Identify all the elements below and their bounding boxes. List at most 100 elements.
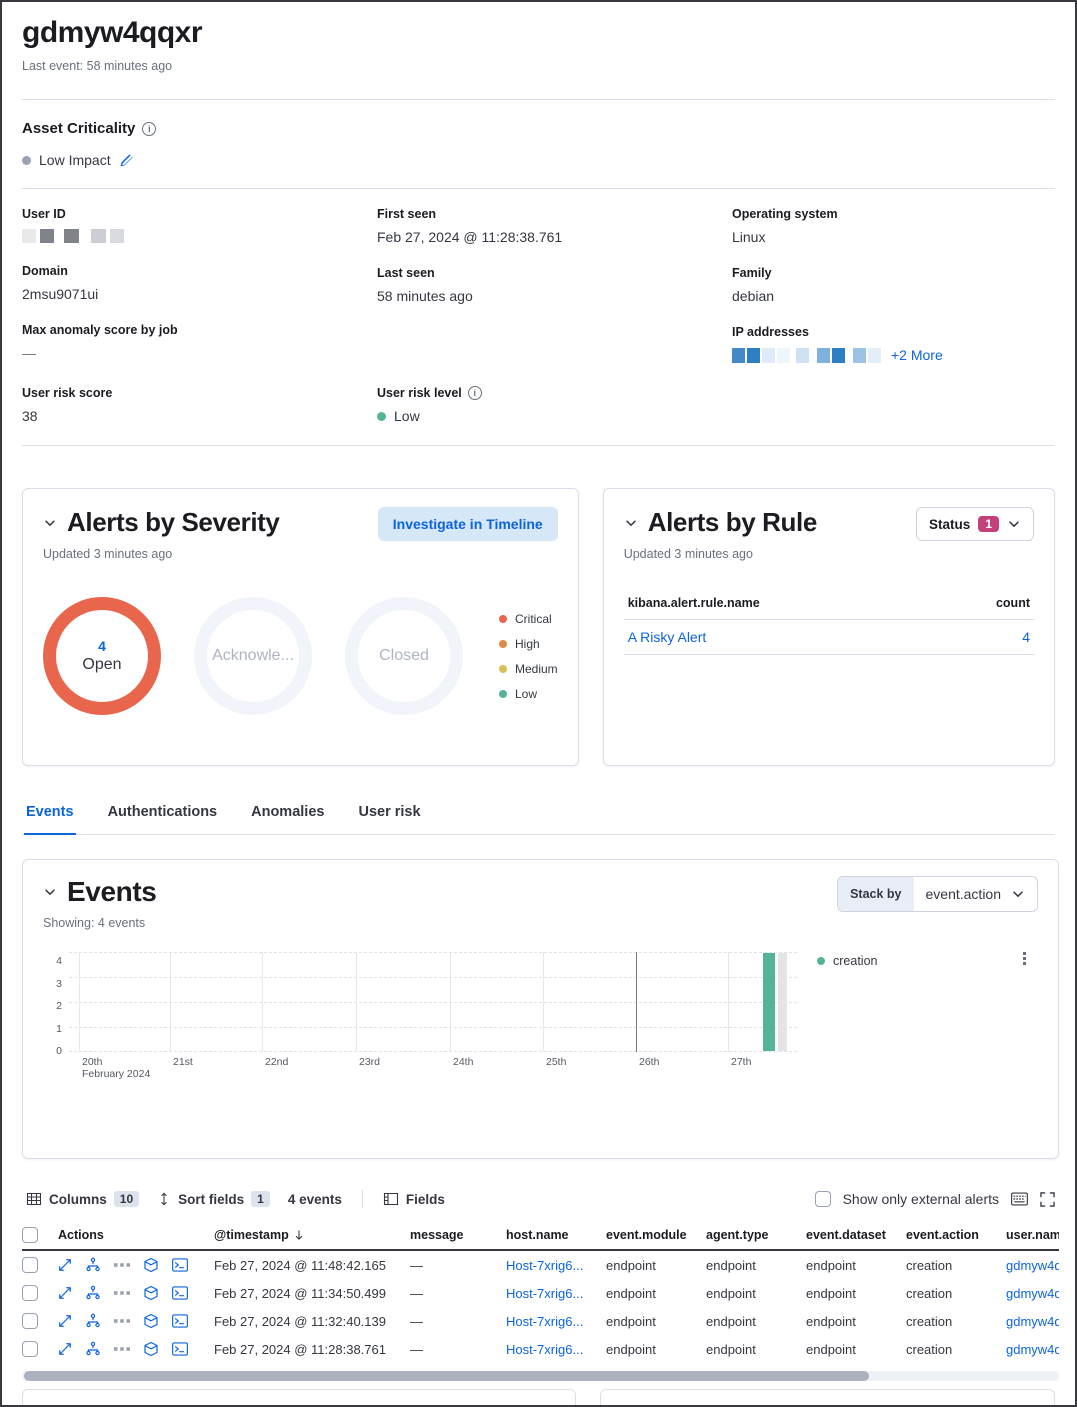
horizontal-scrollbar-thumb[interactable] bbox=[24, 1371, 869, 1381]
sort-fields-button[interactable]: Sort fields 1 bbox=[153, 1189, 274, 1209]
chart-options-kebab-icon[interactable] bbox=[1023, 952, 1026, 965]
header-message[interactable]: message bbox=[410, 1228, 506, 1242]
cell-host-link[interactable]: Host-7xrig6... bbox=[506, 1314, 583, 1329]
terminal-icon[interactable] bbox=[172, 1286, 188, 1300]
horizontal-scrollbar-track[interactable] bbox=[22, 1371, 1059, 1381]
x-tick: 24th bbox=[453, 1056, 473, 1068]
acknowledged-alerts-donut[interactable]: Acknowle... bbox=[194, 597, 312, 715]
analyze-event-icon[interactable] bbox=[85, 1313, 101, 1329]
session-view-cube-icon[interactable] bbox=[143, 1257, 159, 1273]
cell-event-module[interactable]: endpoint bbox=[606, 1342, 706, 1357]
session-view-cube-icon[interactable] bbox=[143, 1285, 159, 1301]
header-event-module[interactable]: event.module bbox=[606, 1228, 706, 1242]
stack-by-select[interactable]: Stack by event.action bbox=[837, 876, 1038, 912]
info-icon[interactable]: i bbox=[468, 386, 482, 400]
expand-event-icon[interactable] bbox=[58, 1258, 72, 1272]
anomaly-value: — bbox=[22, 345, 377, 361]
cell-agent-type[interactable]: endpoint bbox=[706, 1342, 806, 1357]
row-checkbox[interactable] bbox=[22, 1313, 38, 1329]
closed-alerts-donut[interactable]: Closed bbox=[345, 597, 463, 715]
cell-agent-type[interactable]: endpoint bbox=[706, 1286, 806, 1301]
expand-event-icon[interactable] bbox=[58, 1314, 72, 1328]
cell-timestamp[interactable]: Feb 27, 2024 @ 11:34:50.499 bbox=[214, 1286, 410, 1301]
terminal-icon[interactable] bbox=[172, 1342, 188, 1356]
open-alerts-count[interactable]: 4 bbox=[98, 638, 106, 654]
cell-host-link[interactable]: Host-7xrig6... bbox=[506, 1342, 583, 1357]
terminal-icon[interactable] bbox=[172, 1314, 188, 1328]
cell-user-link[interactable]: gdmyw4qqxr bbox=[1006, 1286, 1059, 1301]
tab-authentications[interactable]: Authentications bbox=[106, 798, 220, 834]
row-checkbox[interactable] bbox=[22, 1257, 38, 1273]
keyboard-shortcuts-icon[interactable] bbox=[1011, 1192, 1028, 1206]
rule-count-value[interactable]: 4 bbox=[1022, 629, 1030, 645]
analyze-event-icon[interactable] bbox=[85, 1257, 101, 1273]
placeholder-bar bbox=[778, 953, 787, 1051]
row-checkbox[interactable] bbox=[22, 1285, 38, 1301]
select-all-checkbox[interactable] bbox=[22, 1227, 38, 1243]
cell-event-action[interactable]: creation bbox=[906, 1314, 1006, 1329]
more-actions-icon[interactable] bbox=[114, 1290, 130, 1296]
cell-event-dataset[interactable]: endpoint bbox=[806, 1286, 906, 1301]
header-host-name[interactable]: host.name bbox=[506, 1228, 606, 1242]
chevron-down-icon[interactable] bbox=[43, 885, 57, 899]
chevron-down-icon[interactable] bbox=[43, 516, 57, 530]
cell-agent-type[interactable]: endpoint bbox=[706, 1258, 806, 1273]
creation-bar[interactable] bbox=[763, 953, 775, 1051]
rule-name-link[interactable]: A Risky Alert bbox=[628, 629, 707, 645]
more-actions-icon[interactable] bbox=[114, 1318, 130, 1324]
header-user-name[interactable]: user.name bbox=[1006, 1228, 1059, 1242]
cell-event-module[interactable]: endpoint bbox=[606, 1314, 706, 1329]
analyze-event-icon[interactable] bbox=[85, 1285, 101, 1301]
tab-user-risk[interactable]: User risk bbox=[356, 798, 422, 834]
tab-events[interactable]: Events bbox=[24, 798, 76, 835]
columns-button[interactable]: Columns 10 bbox=[22, 1189, 143, 1209]
more-actions-icon[interactable] bbox=[114, 1262, 130, 1268]
grid-icon bbox=[26, 1191, 42, 1207]
more-actions-icon[interactable] bbox=[114, 1346, 130, 1352]
open-alerts-donut[interactable]: 4 Open bbox=[43, 597, 161, 715]
edit-pencil-icon[interactable] bbox=[119, 153, 134, 168]
cell-user-link[interactable]: gdmyw4qqxr bbox=[1006, 1342, 1059, 1357]
status-filter-button[interactable]: Status 1 bbox=[916, 507, 1034, 541]
cell-timestamp[interactable]: Feb 27, 2024 @ 11:32:40.139 bbox=[214, 1314, 410, 1329]
cell-event-dataset[interactable]: endpoint bbox=[806, 1342, 906, 1357]
cell-event-action[interactable]: creation bbox=[906, 1342, 1006, 1357]
external-alerts-label: Show only external alerts bbox=[843, 1191, 999, 1207]
investigate-in-timeline-button[interactable]: Investigate in Timeline bbox=[378, 507, 558, 541]
tab-anomalies[interactable]: Anomalies bbox=[249, 798, 326, 834]
header-event-dataset[interactable]: event.dataset bbox=[806, 1228, 906, 1242]
expand-event-icon[interactable] bbox=[58, 1342, 72, 1356]
last-seen-value: 58 minutes ago bbox=[377, 288, 732, 304]
chevron-down-icon[interactable] bbox=[624, 516, 638, 530]
cell-event-dataset[interactable]: endpoint bbox=[806, 1314, 906, 1329]
external-alerts-checkbox[interactable] bbox=[815, 1191, 831, 1207]
cell-host-link[interactable]: Host-7xrig6... bbox=[506, 1258, 583, 1273]
header-event-action[interactable]: event.action bbox=[906, 1228, 1006, 1242]
analyze-event-icon[interactable] bbox=[85, 1341, 101, 1357]
info-icon[interactable]: i bbox=[142, 122, 156, 136]
cell-timestamp[interactable]: Feb 27, 2024 @ 11:48:42.165 bbox=[214, 1258, 410, 1273]
ip-more-link[interactable]: +2 More bbox=[891, 347, 943, 363]
cell-timestamp[interactable]: Feb 27, 2024 @ 11:28:38.761 bbox=[214, 1342, 410, 1357]
events-panel: Events Showing: 4 events Stack by event.… bbox=[22, 859, 1059, 1159]
cell-event-action[interactable]: creation bbox=[906, 1258, 1006, 1273]
session-view-cube-icon[interactable] bbox=[143, 1341, 159, 1357]
cell-event-module[interactable]: endpoint bbox=[606, 1286, 706, 1301]
cell-user-link[interactable]: gdmyw4qqxr bbox=[1006, 1314, 1059, 1329]
risk-level-dot-icon bbox=[377, 412, 386, 421]
cell-agent-type[interactable]: endpoint bbox=[706, 1314, 806, 1329]
terminal-icon[interactable] bbox=[172, 1258, 188, 1272]
expand-event-icon[interactable] bbox=[58, 1286, 72, 1300]
user-overview: User ID Domain 2msu9071ui Max anomaly sc… bbox=[22, 207, 1055, 384]
fields-button[interactable]: Fields bbox=[379, 1189, 449, 1209]
header-agent-type[interactable]: agent.type bbox=[706, 1228, 806, 1242]
header-timestamp[interactable]: @timestamp bbox=[214, 1228, 289, 1242]
cell-user-link[interactable]: gdmyw4qqxr bbox=[1006, 1258, 1059, 1273]
fullscreen-icon[interactable] bbox=[1040, 1192, 1055, 1207]
cell-host-link[interactable]: Host-7xrig6... bbox=[506, 1286, 583, 1301]
session-view-cube-icon[interactable] bbox=[143, 1313, 159, 1329]
row-checkbox[interactable] bbox=[22, 1341, 38, 1357]
cell-event-module[interactable]: endpoint bbox=[606, 1258, 706, 1273]
cell-event-action[interactable]: creation bbox=[906, 1286, 1006, 1301]
cell-event-dataset[interactable]: endpoint bbox=[806, 1258, 906, 1273]
